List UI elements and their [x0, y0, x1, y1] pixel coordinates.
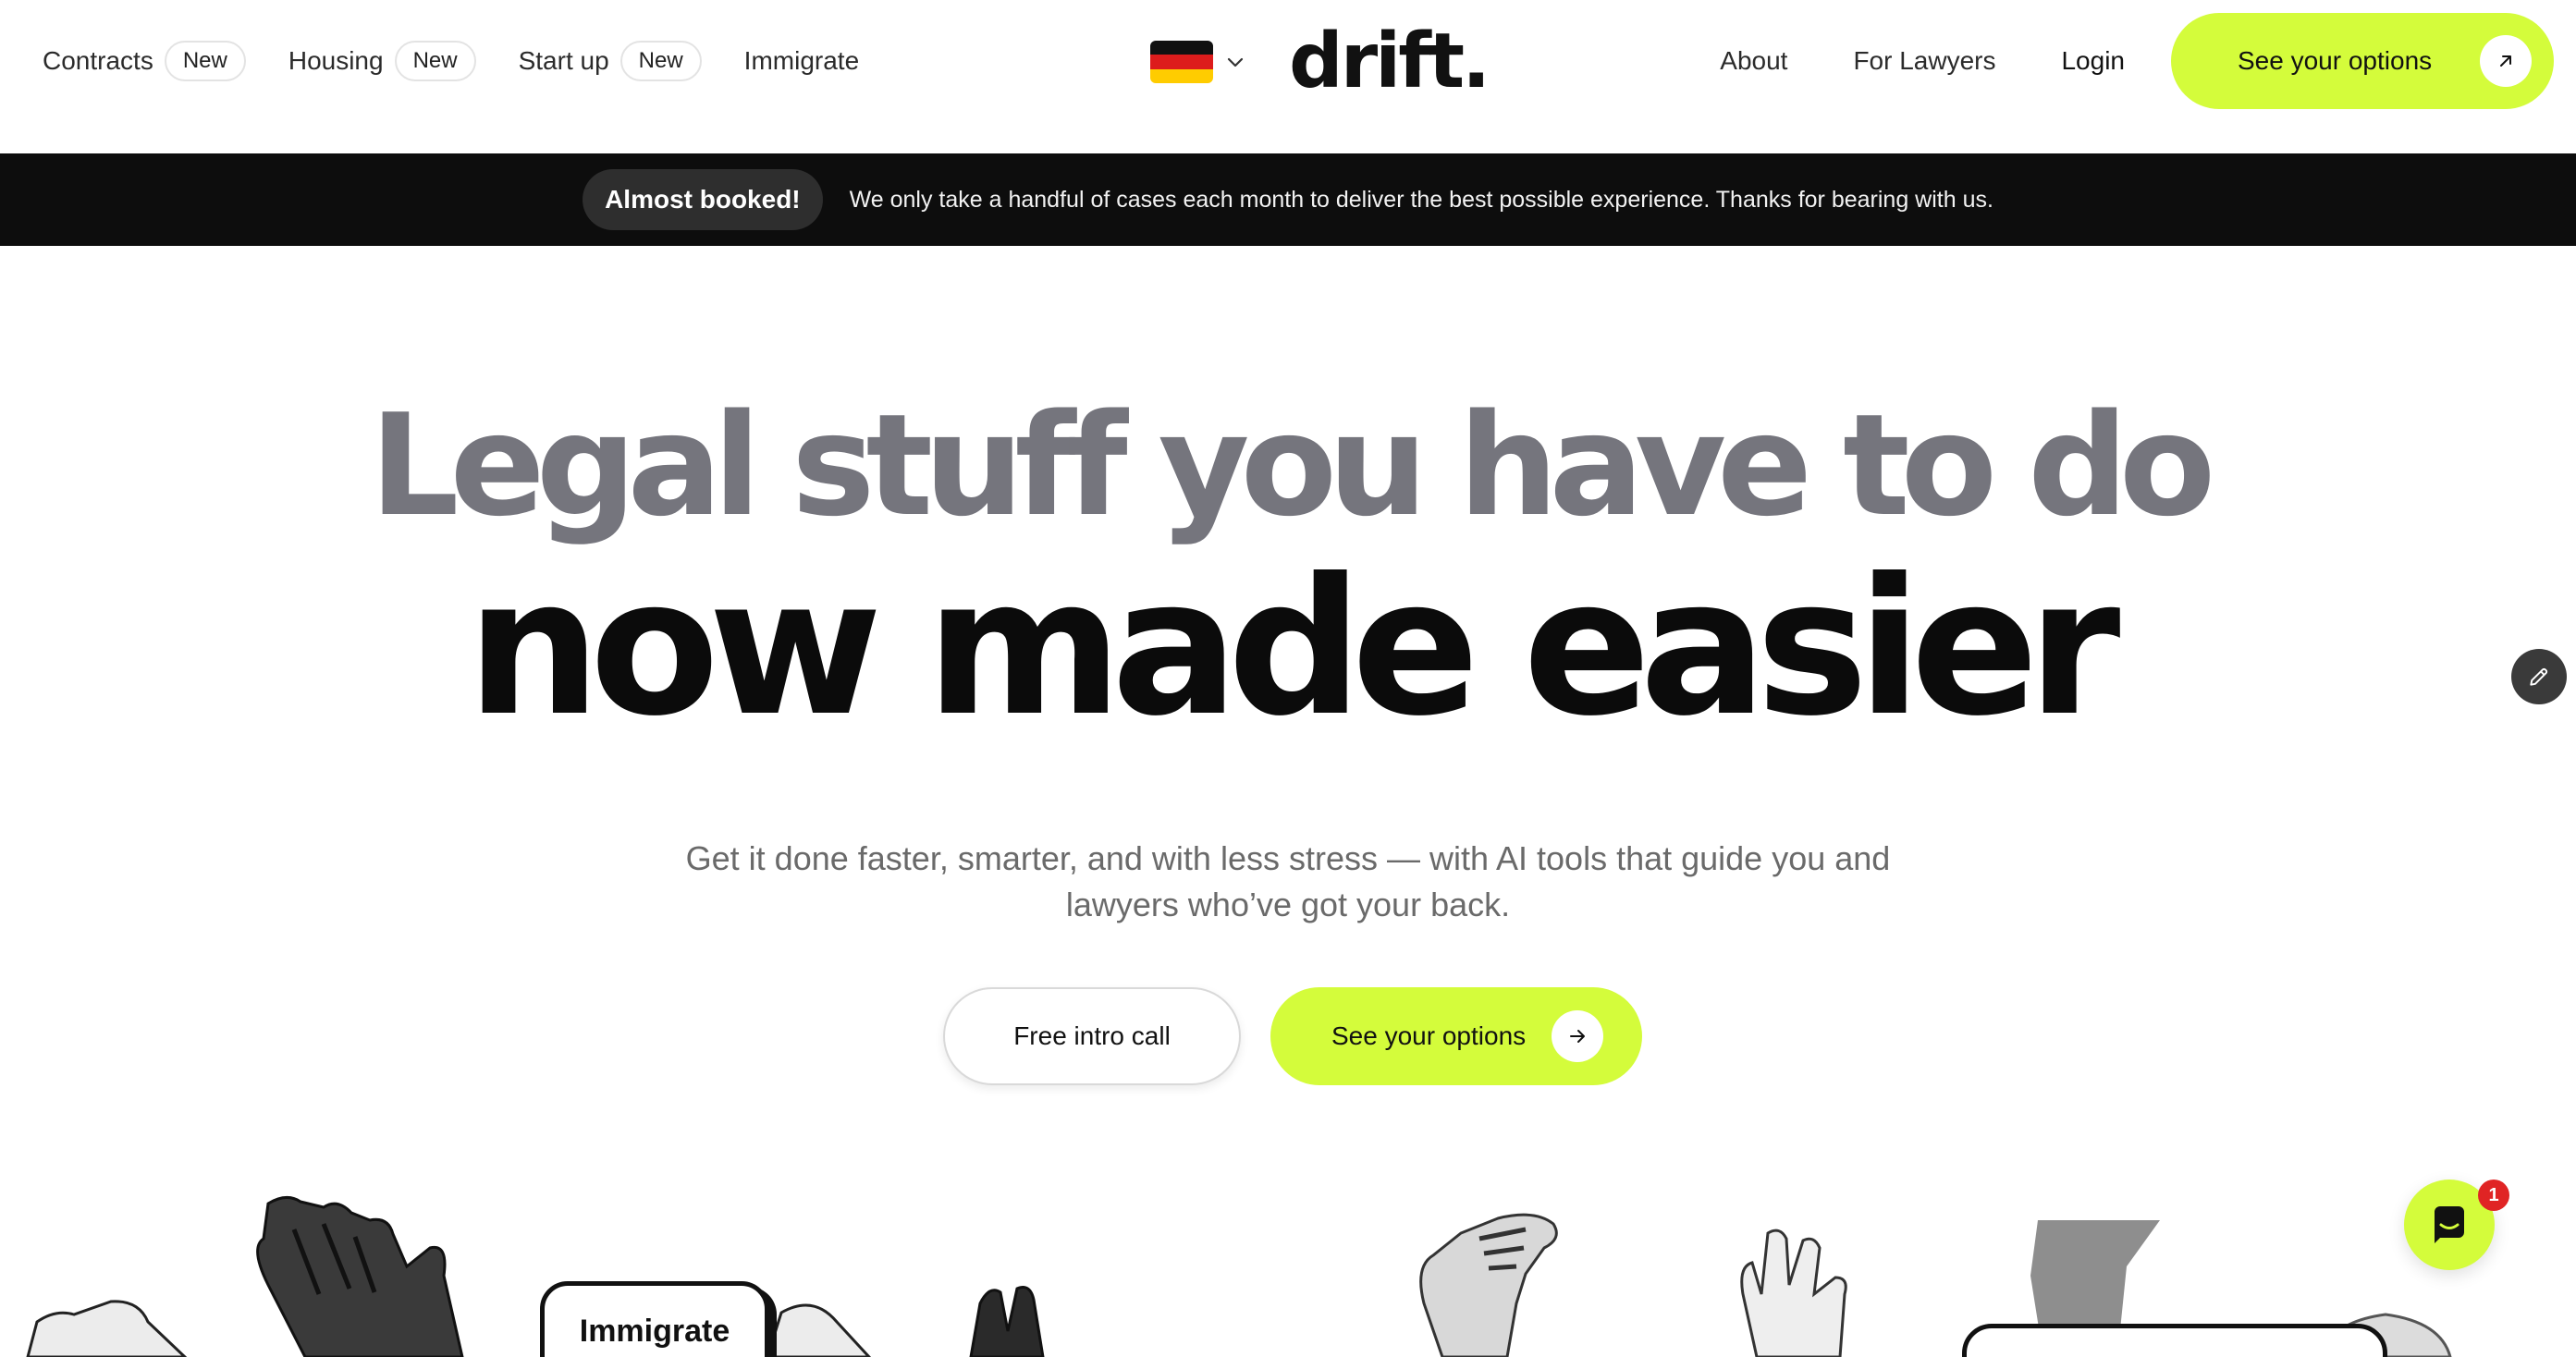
brand-area: drift. — [1150, 20, 1490, 104]
banner-text: We only take a handful of cases each mon… — [849, 186, 1993, 213]
pencil-icon — [2530, 667, 2548, 686]
nav-immigrate-label: Immigrate — [743, 46, 860, 75]
login-link[interactable]: Login — [2061, 46, 2125, 76]
logo[interactable]: drift. — [1289, 24, 1490, 100]
announcement-banner: Almost booked! We only take a handful of… — [0, 153, 2576, 246]
nav-housing-label: Housing — [288, 46, 384, 75]
banner-content: Almost booked! We only take a handful of… — [583, 169, 1993, 230]
site-header: Contracts New Housing New Start up New I… — [0, 0, 2576, 153]
immigrate-card-label: Immigrate — [579, 1314, 730, 1349]
hero-title-line-2: now made easier — [466, 539, 2121, 758]
nav-about[interactable]: About — [1720, 46, 1787, 76]
hero-subtitle: Get it done faster, smarter, and with le… — [685, 839, 1891, 923]
new-badge: New — [394, 41, 476, 81]
see-options-label: See your options — [1331, 1021, 1527, 1050]
nav-housing[interactable]: Housing New — [288, 41, 476, 81]
nav-start-up[interactable]: Start up New — [519, 41, 702, 81]
nav-contracts-label: Contracts — [43, 46, 153, 75]
arrow-up-right-icon — [2480, 35, 2532, 87]
primary-nav: Contracts New Housing New Start up New I… — [43, 37, 902, 85]
arrow-right-icon — [1552, 1010, 1603, 1062]
chevron-down-icon[interactable] — [1226, 53, 1245, 71]
new-badge: New — [164, 41, 246, 81]
free-intro-call-label: Free intro call — [1013, 1021, 1171, 1050]
see-options-header-button[interactable]: See your options — [2171, 13, 2554, 109]
flag-germany-icon[interactable] — [1150, 41, 1213, 83]
secondary-nav: About For Lawyers Login See your options — [1720, 13, 2554, 109]
nav-contracts[interactable]: Contracts New — [43, 41, 246, 81]
hands-illustration-strip: Immigrate — [0, 1192, 2576, 1357]
new-badge: New — [619, 41, 702, 81]
edit-pencil-button[interactable] — [2511, 649, 2567, 704]
illustration-card — [1962, 1324, 2387, 1357]
see-options-header-label: See your options — [2238, 46, 2433, 75]
immigrate-card: Immigrate — [540, 1281, 769, 1357]
almost-booked-badge: Almost booked! — [583, 169, 823, 230]
see-options-button[interactable]: See your options — [1270, 987, 1642, 1085]
nav-immigrate[interactable]: Immigrate — [744, 46, 859, 76]
nav-start-up-label: Start up — [518, 46, 609, 75]
hero-title-line-1: Legal stuff you have to do — [369, 384, 2216, 547]
nav-for-lawyers[interactable]: For Lawyers — [1853, 46, 1995, 76]
free-intro-call-button[interactable]: Free intro call — [943, 987, 1241, 1085]
hero-actions: Free intro call See your options — [943, 987, 1642, 1085]
